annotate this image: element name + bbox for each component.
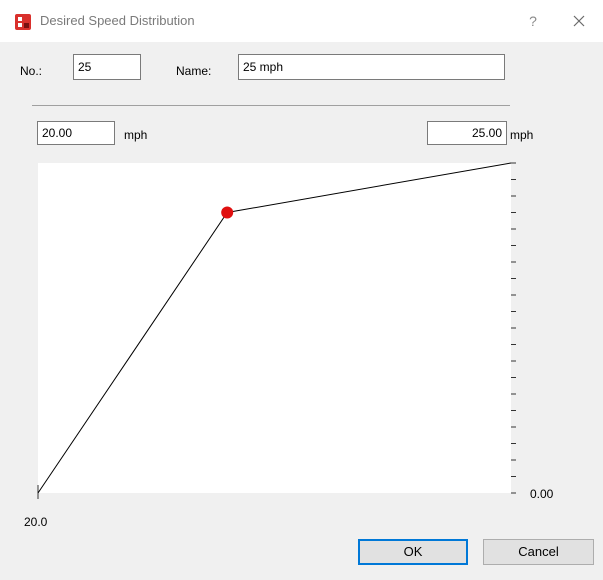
min-speed-field[interactable] bbox=[37, 121, 115, 145]
max-speed-unit: mph bbox=[510, 128, 534, 142]
no-field[interactable] bbox=[73, 54, 141, 80]
separator bbox=[32, 105, 510, 106]
name-field[interactable] bbox=[238, 54, 505, 80]
x-start-label: 20.0 bbox=[24, 515, 48, 529]
max-speed-field[interactable] bbox=[427, 121, 507, 145]
close-icon[interactable] bbox=[567, 9, 591, 33]
cancel-button[interactable]: Cancel bbox=[483, 539, 594, 565]
plot-area bbox=[38, 163, 511, 493]
min-speed-unit: mph bbox=[124, 128, 148, 142]
name-label: Name: bbox=[176, 64, 212, 78]
y-min-label: 0.00 bbox=[530, 487, 554, 501]
window-title: Desired Speed Distribution bbox=[40, 13, 195, 28]
app-icon bbox=[15, 14, 31, 30]
ok-button[interactable]: OK bbox=[358, 539, 468, 565]
no-label: No.: bbox=[20, 64, 43, 78]
title-bar: Desired Speed Distribution ? bbox=[0, 0, 603, 42]
help-button[interactable]: ? bbox=[524, 11, 542, 31]
